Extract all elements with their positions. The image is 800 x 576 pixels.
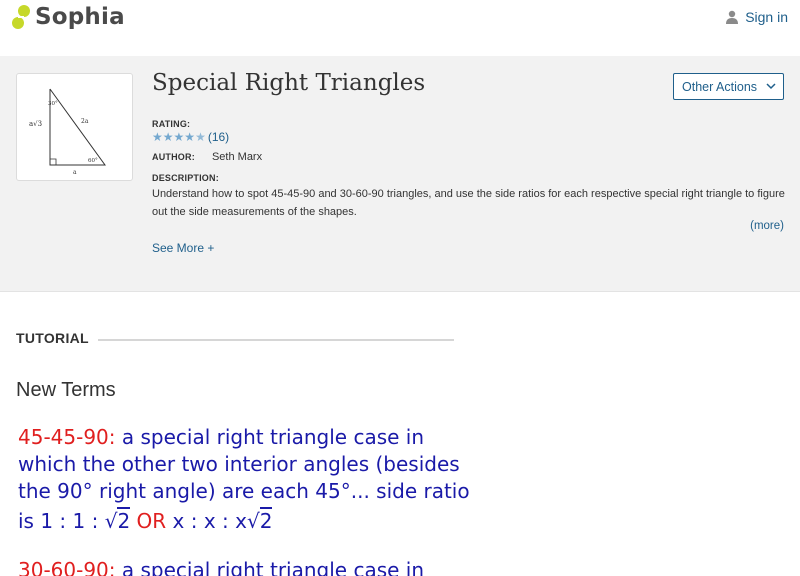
other-actions-dropdown[interactable]: Other Actions [673,73,784,100]
tutorial-hero: 30° 60° a√3 2a a Special Right Triangles… [0,56,800,292]
author-name: Seth Marx [211,151,263,163]
ratio-a-radicand: 2 [117,507,131,533]
ratio-b-text: x : x : x [172,509,247,533]
rating-count: (16) [207,130,230,144]
description-text: Understand how to spot 45-45-90 and 30-6… [152,188,785,218]
ratio-a-text: is 1 : 1 : [18,509,105,533]
tutorial-thumbnail[interactable]: 30° 60° a√3 2a a [16,73,133,181]
star-icon: ★ [184,130,196,144]
side-left-label: a√3 [29,120,42,128]
star-icon: ★ [173,130,185,144]
sign-in-link[interactable]: Sign in [725,9,788,25]
term-30-60-90-text1: a special right triangle case in [115,558,425,576]
rating-label: RATING: [152,119,191,129]
page-title: Special Right Triangles [152,70,426,96]
brand-name: Sophia [35,4,125,30]
term-45-45-90-ratio: is 1 : 1 : √2 OR x : x : x√2 [18,507,273,535]
rating-stars: ★ ★ ★ ★ ★ [152,131,206,143]
star-icon: ★ [152,130,163,144]
sophia-logo-icon [12,5,30,29]
sqrt-icon: √ [104,509,118,533]
other-actions-label: Other Actions [682,79,758,94]
user-icon [726,10,739,24]
description-label: DESCRIPTION: [152,173,219,183]
triangle-diagram: 30° 60° a√3 2a a [29,88,106,176]
term-30-60-90-name: 30-60-90: [18,558,116,576]
term-45-45-90-name: 45-45-90: [18,425,116,449]
new-terms-heading: New Terms [16,379,116,401]
angle-bottom-label: 60° [88,158,98,164]
sophia-logo[interactable]: Sophia [10,4,125,30]
half-star-icon: ★ [195,130,206,144]
sqrt-icon: √ [246,509,260,533]
term-45-45-90-line2: which the other two interior angles (bes… [18,452,460,476]
or-text: OR [130,509,173,533]
tutorial-heading: TUTORIAL [16,330,89,346]
term-45-45-90-line1: 45-45-90: a special right triangle case … [18,424,424,451]
chevron-down-icon [766,83,776,90]
side-bottom-label: a [73,169,77,176]
term-30-60-90-line1: 30-60-90: a special right triangle case … [18,557,424,576]
star-icon: ★ [162,130,174,144]
term-45-45-90-line3: the 90° right angle) are each 45°... sid… [18,479,470,503]
author: AUTHOR: Seth Marx [152,151,262,163]
top-bar: Sophia Sign in [0,0,800,56]
side-hyp-label: 2a [81,118,89,125]
section-divider [98,339,454,341]
see-more-link[interactable]: See More + [152,241,214,255]
author-label: AUTHOR: [152,152,195,162]
ratio-b-radicand: 2 [259,507,273,533]
more-link[interactable]: (more) [750,220,784,232]
sign-in-label: Sign in [745,9,788,25]
term-45-45-90-text1: a special right triangle case in [115,425,425,449]
angle-top-label: 30° [48,101,58,107]
rating[interactable]: ★ ★ ★ ★ ★ (16) [152,130,229,144]
